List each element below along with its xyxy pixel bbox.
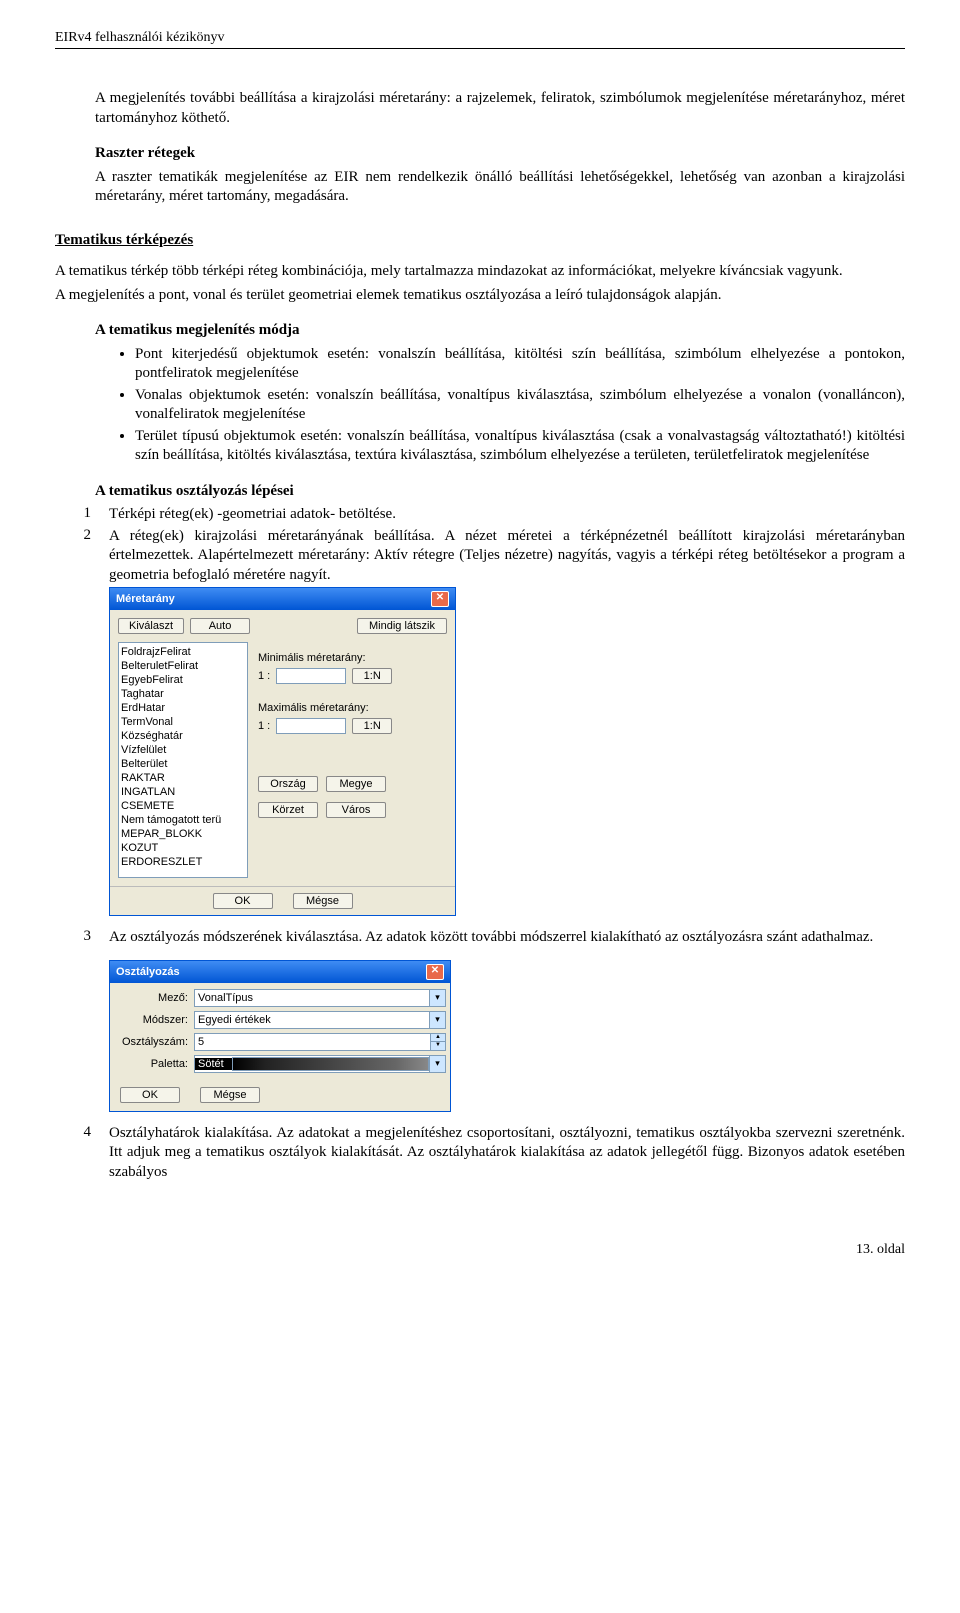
auto-button[interactable]: Auto xyxy=(190,618,250,634)
step-3-text: Az osztályozás módszerének kiválasztása.… xyxy=(109,928,905,948)
dialog-titlebar: Méretarány ✕ xyxy=(110,588,455,610)
list-item[interactable]: KOZUT xyxy=(121,841,245,855)
field-combo[interactable]: VonalTípus ▾ xyxy=(194,989,446,1007)
step-4-text: Osztályhatárok kialakítása. Az adatokat … xyxy=(109,1124,905,1183)
dialog-title-text: Méretarány xyxy=(116,593,175,605)
ratio-prefix: 1 : xyxy=(258,670,270,682)
bullet-point: Pont kiterjedésű objektumok esetén: vona… xyxy=(135,345,905,384)
list-item[interactable]: ErdHatar xyxy=(121,701,245,715)
doc-header: EIRv4 felhasználói kézikönyv xyxy=(55,30,905,49)
step-1-text: Térképi réteg(ek) -geometriai adatok- be… xyxy=(109,505,905,525)
method-combo[interactable]: Egyedi értékek ▾ xyxy=(194,1011,446,1029)
field-label: Mező: xyxy=(114,992,188,1004)
method-value: Egyedi értékek xyxy=(198,1014,271,1026)
spin-down-icon[interactable]: ▼ xyxy=(430,1042,445,1050)
ok-button[interactable]: OK xyxy=(120,1087,180,1103)
always-visible-button[interactable]: Mindig látszik xyxy=(357,618,447,634)
class-steps-heading: A tematikus osztályozás lépései xyxy=(95,482,905,502)
chevron-down-icon[interactable]: ▾ xyxy=(429,1012,445,1028)
palette-gradient xyxy=(232,1057,429,1071)
ok-button[interactable]: OK xyxy=(213,893,273,909)
list-item[interactable]: CSEMETE xyxy=(121,799,245,813)
list-item[interactable]: Taghatar xyxy=(121,687,245,701)
spin-up-icon[interactable]: ▲ xyxy=(430,1034,445,1043)
list-item[interactable]: TermVonal xyxy=(121,715,245,729)
list-item[interactable]: BelteruletFelirat xyxy=(121,659,245,673)
city-button[interactable]: Város xyxy=(326,802,386,818)
dialog-title-text: Osztályozás xyxy=(116,966,180,978)
min-1n-button[interactable]: 1:N xyxy=(352,668,392,684)
max-scale-label: Maximális méretarány: xyxy=(258,702,447,714)
chevron-down-icon[interactable]: ▾ xyxy=(429,990,445,1006)
list-item[interactable]: EgyebFelirat xyxy=(121,673,245,687)
list-item[interactable]: MEPAR_BLOKK xyxy=(121,827,245,841)
cancel-button[interactable]: Mégse xyxy=(200,1087,260,1103)
max-scale-input[interactable] xyxy=(276,718,346,734)
thematic-intro-1: A tematikus térkép több térképi réteg ko… xyxy=(55,262,905,282)
raster-heading: Raszter rétegek xyxy=(95,144,905,164)
list-item[interactable]: Községhatár xyxy=(121,729,245,743)
country-button[interactable]: Ország xyxy=(258,776,318,792)
chevron-down-icon[interactable]: ▾ xyxy=(429,1056,445,1072)
display-mode-heading: A tematikus megjelenítés módja xyxy=(95,321,905,341)
list-item[interactable]: FoldrajzFelirat xyxy=(121,645,245,659)
thematic-intro-2: A megjelenítés a pont, vonal és terület … xyxy=(55,286,905,306)
close-icon[interactable]: ✕ xyxy=(431,591,449,607)
palette-label: Paletta: xyxy=(114,1058,188,1070)
field-value: VonalTípus xyxy=(198,992,253,1004)
layer-listbox[interactable]: FoldrajzFelirat BelteruletFelirat EgyebF… xyxy=(118,642,248,878)
dialog-titlebar: Osztályozás ✕ xyxy=(110,961,450,983)
page-number: 13. oldal xyxy=(55,1242,905,1258)
district-button[interactable]: Körzet xyxy=(258,802,318,818)
classcount-value: 5 xyxy=(198,1036,204,1048)
classcount-spinner[interactable]: 5 ▲ ▼ xyxy=(194,1033,446,1051)
min-scale-input[interactable] xyxy=(276,668,346,684)
list-item[interactable]: ERDORESZLET xyxy=(121,855,245,869)
select-button[interactable]: Kiválaszt xyxy=(118,618,184,634)
section-heading: Tematikus térképezés xyxy=(55,231,905,251)
palette-value: Sötét xyxy=(195,1058,232,1070)
palette-combo[interactable]: Sötét ▾ xyxy=(194,1055,446,1073)
bullet-area: Terület típusú objektumok esetén: vonals… xyxy=(135,427,905,466)
list-item[interactable]: Belterület xyxy=(121,757,245,771)
scale-dialog: Méretarány ✕ Kiválaszt Auto Mindig látsz… xyxy=(109,587,456,916)
min-scale-label: Minimális méretarány: xyxy=(258,652,447,664)
step-number: 1 xyxy=(55,505,109,525)
list-item[interactable]: RAKTAR xyxy=(121,771,245,785)
list-item[interactable]: Vízfelület xyxy=(121,743,245,757)
bullet-line: Vonalas objektumok esetén: vonalszín beá… xyxy=(135,386,905,425)
classcount-label: Osztályszám: xyxy=(114,1036,188,1048)
step-2-text: A réteg(ek) kirajzolási méretarányának b… xyxy=(109,527,905,586)
ratio-prefix: 1 : xyxy=(258,720,270,732)
raster-body: A raszter tematikák megjelenítése az EIR… xyxy=(95,168,905,207)
step-number: 2 xyxy=(55,527,109,586)
paragraph-display-settings: A megjelenítés további beállítása a kira… xyxy=(95,89,905,128)
method-label: Módszer: xyxy=(114,1014,188,1026)
list-item[interactable]: INGATLAN xyxy=(121,785,245,799)
cancel-button[interactable]: Mégse xyxy=(293,893,353,909)
county-button[interactable]: Megye xyxy=(326,776,386,792)
close-icon[interactable]: ✕ xyxy=(426,964,444,980)
classification-dialog: Osztályozás ✕ Mező: VonalTípus ▾ Módszer… xyxy=(109,960,451,1112)
display-mode-bullets: Pont kiterjedésű objektumok esetén: vona… xyxy=(135,345,905,466)
step-number: 3 xyxy=(55,928,109,948)
step-number: 4 xyxy=(55,1124,109,1183)
list-item[interactable]: Nem támogatott terü xyxy=(121,813,245,827)
max-1n-button[interactable]: 1:N xyxy=(352,718,392,734)
